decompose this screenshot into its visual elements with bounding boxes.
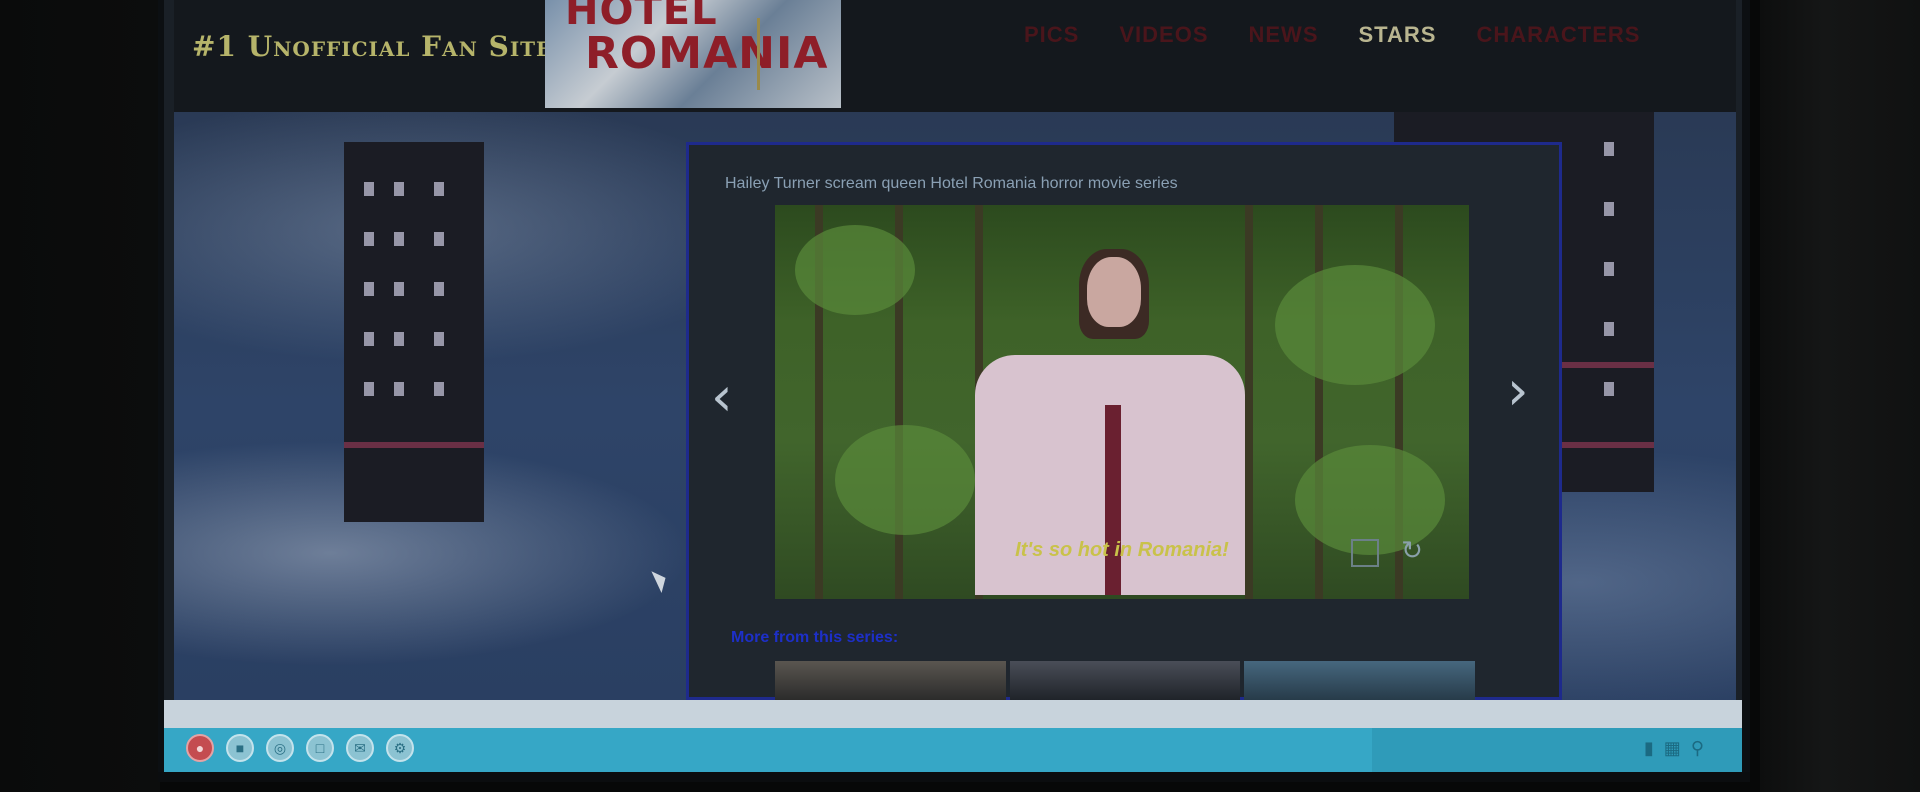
nav-characters[interactable]: CHARACTERS xyxy=(1476,22,1640,48)
gallery-panel: Hailey Turner scream queen Hotel Romania… xyxy=(686,142,1562,700)
taskbar-tray-area: ▮ ▦ ⚲ xyxy=(1372,728,1742,772)
room-wall-right xyxy=(1760,0,1920,792)
next-arrow-button[interactable]: › xyxy=(1507,359,1529,422)
taskbar: ● ■ ◎ □ ✉ ⚙ ▮ ▦ ⚲ xyxy=(164,728,1742,772)
nav-stars[interactable]: STARS xyxy=(1359,22,1437,48)
fullscreen-icon[interactable] xyxy=(1351,539,1379,567)
site-logo[interactable]: HOTEL ROMANIA xyxy=(545,0,841,108)
series-thumbnails xyxy=(775,661,1476,700)
search-icon[interactable]: ⚲ xyxy=(1691,738,1704,759)
logo-text-romania: ROMANIA xyxy=(585,28,829,79)
video-player[interactable]: It's so hot in Romania! ↻ xyxy=(775,205,1469,599)
main-nav: PICS VIDEOS NEWS STARS CHARACTERS xyxy=(1024,22,1640,48)
start-icon[interactable]: ● xyxy=(186,734,214,762)
computer-icon[interactable]: □ xyxy=(306,734,334,762)
series-thumbnail[interactable] xyxy=(1244,661,1476,700)
browser-viewport: #1 Unofficial Fan Site HOTEL ROMANIA PIC… xyxy=(164,0,1742,700)
browser-status-bar xyxy=(164,700,1742,728)
monitor: #1 Unofficial Fan Site HOTEL ROMANIA PIC… xyxy=(158,0,1750,782)
site-header: #1 Unofficial Fan Site HOTEL ROMANIA PIC… xyxy=(174,0,1736,112)
nav-pics[interactable]: PICS xyxy=(1024,22,1079,48)
lock-icon[interactable]: ▮ xyxy=(1644,738,1654,759)
key-icon xyxy=(757,18,772,90)
mail-icon[interactable]: ✉ xyxy=(346,734,374,762)
browser-icon[interactable]: ◎ xyxy=(266,734,294,762)
replay-icon[interactable]: ↻ xyxy=(1397,535,1427,565)
nav-videos[interactable]: VIDEOS xyxy=(1119,22,1208,48)
fan-site-tagline: #1 Unofficial Fan Site xyxy=(192,30,553,63)
more-from-series-link[interactable]: More from this series: xyxy=(731,629,898,647)
room-wall-left xyxy=(0,0,160,792)
monitor-bezel xyxy=(158,772,1750,782)
series-thumbnail[interactable] xyxy=(775,661,1006,700)
gallery-caption: Hailey Turner scream queen Hotel Romania… xyxy=(725,175,1178,192)
hotel-building-left xyxy=(344,142,484,522)
nav-news[interactable]: NEWS xyxy=(1249,22,1319,48)
settings-icon[interactable]: ⚙ xyxy=(386,734,414,762)
folder-icon[interactable]: ■ xyxy=(226,734,254,762)
system-tray: ▮ ▦ ⚲ xyxy=(1644,738,1704,759)
series-thumbnail[interactable] xyxy=(1009,661,1241,700)
taskbar-apps: ● ■ ◎ □ ✉ ⚙ xyxy=(186,734,414,762)
network-icon[interactable]: ▦ xyxy=(1664,738,1681,759)
prev-arrow-button[interactable]: ‹ xyxy=(711,365,733,428)
